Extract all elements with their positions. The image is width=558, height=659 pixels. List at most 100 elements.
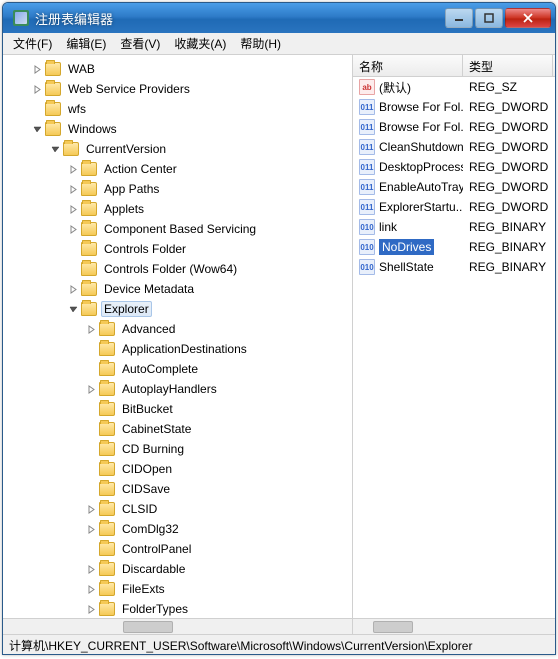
- tree-item[interactable]: AutoplayHandlers: [3, 379, 352, 399]
- folder-icon: [81, 242, 97, 256]
- collapse-icon[interactable]: [31, 123, 43, 135]
- value-type-cell: REG_DWORD: [463, 140, 553, 154]
- expand-icon[interactable]: [67, 203, 79, 215]
- tree-item[interactable]: Controls Folder (Wow64): [3, 259, 352, 279]
- value-row[interactable]: 010linkREG_BINARY: [353, 217, 555, 237]
- tree-item[interactable]: BitBucket: [3, 399, 352, 419]
- maximize-button[interactable]: [475, 8, 503, 28]
- expand-icon[interactable]: [85, 323, 97, 335]
- folder-icon: [99, 482, 115, 496]
- expander-placeholder: [85, 363, 97, 375]
- folder-icon: [45, 82, 61, 96]
- expander-placeholder: [85, 543, 97, 555]
- value-row[interactable]: 011Browse For Fol...REG_DWORD: [353, 117, 555, 137]
- tree-item-label: CIDSave: [119, 481, 173, 497]
- value-row[interactable]: 011ExplorerStartu...REG_DWORD: [353, 197, 555, 217]
- value-row[interactable]: 011Browse For Fol...REG_DWORD: [353, 97, 555, 117]
- tree-item[interactable]: CurrentVersion: [3, 139, 352, 159]
- expand-icon[interactable]: [31, 63, 43, 75]
- folder-icon: [81, 282, 97, 296]
- value-row[interactable]: 010ShellStateREG_BINARY: [353, 257, 555, 277]
- menu-help[interactable]: 帮助(H): [234, 33, 287, 54]
- tree-item[interactable]: Controls Folder: [3, 239, 352, 259]
- tree-item[interactable]: Web Service Providers: [3, 79, 352, 99]
- tree-item[interactable]: Component Based Servicing: [3, 219, 352, 239]
- folder-icon: [99, 402, 115, 416]
- tree-item[interactable]: Applets: [3, 199, 352, 219]
- value-row[interactable]: 010NoDrivesREG_BINARY: [353, 237, 555, 257]
- tree-item-label: App Paths: [101, 181, 162, 197]
- expand-icon[interactable]: [67, 223, 79, 235]
- scrollbar-thumb[interactable]: [373, 621, 413, 633]
- folder-icon: [99, 342, 115, 356]
- tree-item-label: CurrentVersion: [83, 141, 169, 157]
- tree-item[interactable]: Explorer: [3, 299, 352, 319]
- value-type-cell: REG_BINARY: [463, 260, 553, 274]
- tree-item[interactable]: ComDlg32: [3, 519, 352, 539]
- value-row[interactable]: 011EnableAutoTrayREG_DWORD: [353, 177, 555, 197]
- menu-view[interactable]: 查看(V): [114, 33, 166, 54]
- tree-item-label: Component Based Servicing: [101, 221, 259, 237]
- scrollbar-thumb[interactable]: [123, 621, 173, 633]
- window-title: 注册表编辑器: [35, 9, 445, 28]
- menu-favorites[interactable]: 收藏夹(A): [168, 33, 232, 54]
- expand-icon[interactable]: [67, 163, 79, 175]
- folder-icon: [81, 202, 97, 216]
- folder-icon: [81, 222, 97, 236]
- value-type-cell: REG_DWORD: [463, 100, 553, 114]
- tree-item[interactable]: CabinetState: [3, 419, 352, 439]
- tree-item[interactable]: FolderTypes: [3, 599, 352, 618]
- tree-horizontal-scrollbar[interactable]: [3, 618, 352, 634]
- expand-icon[interactable]: [85, 523, 97, 535]
- values-list[interactable]: ab(默认)REG_SZ011Browse For Fol...REG_DWOR…: [353, 77, 555, 618]
- tree-item[interactable]: ControlPanel: [3, 539, 352, 559]
- values-horizontal-scrollbar[interactable]: [353, 618, 555, 634]
- tree-scroll[interactable]: WABWeb Service ProviderswfsWindows Curren…: [3, 55, 352, 618]
- tree-item[interactable]: CD Burning: [3, 439, 352, 459]
- menu-edit[interactable]: 编辑(E): [60, 33, 112, 54]
- titlebar[interactable]: 注册表编辑器: [3, 3, 555, 33]
- tree-item[interactable]: wfs: [3, 99, 352, 119]
- registry-tree[interactable]: WABWeb Service ProviderswfsWindows Curren…: [3, 55, 352, 618]
- tree-item[interactable]: App Paths: [3, 179, 352, 199]
- expand-icon[interactable]: [31, 83, 43, 95]
- expand-icon[interactable]: [85, 383, 97, 395]
- folder-icon: [99, 522, 115, 536]
- folder-icon: [99, 582, 115, 596]
- close-button[interactable]: [505, 8, 551, 28]
- expand-icon[interactable]: [67, 183, 79, 195]
- expand-icon[interactable]: [85, 563, 97, 575]
- expander-placeholder: [67, 243, 79, 255]
- tree-item[interactable]: CIDOpen: [3, 459, 352, 479]
- value-row[interactable]: ab(默认)REG_SZ: [353, 77, 555, 97]
- tree-item[interactable]: Action Center: [3, 159, 352, 179]
- expand-icon[interactable]: [85, 503, 97, 515]
- values-pane: 名称 类型 ab(默认)REG_SZ011Browse For Fol...RE…: [353, 55, 555, 634]
- value-row[interactable]: 011CleanShutdownREG_DWORD: [353, 137, 555, 157]
- tree-item-label: CLSID: [119, 501, 160, 517]
- tree-item[interactable]: CLSID: [3, 499, 352, 519]
- column-header-name[interactable]: 名称: [353, 55, 463, 76]
- menu-file[interactable]: 文件(F): [7, 33, 58, 54]
- tree-item[interactable]: AutoComplete: [3, 359, 352, 379]
- tree-item[interactable]: Advanced: [3, 319, 352, 339]
- dword-value-icon: 011: [359, 139, 375, 155]
- tree-item[interactable]: Device Metadata: [3, 279, 352, 299]
- tree-item-label: Device Metadata: [101, 281, 197, 297]
- collapse-icon[interactable]: [67, 303, 79, 315]
- expand-icon[interactable]: [67, 283, 79, 295]
- column-header-type[interactable]: 类型: [463, 55, 553, 76]
- tree-item[interactable]: CIDSave: [3, 479, 352, 499]
- expand-icon[interactable]: [85, 583, 97, 595]
- tree-item[interactable]: ApplicationDestinations: [3, 339, 352, 359]
- tree-item[interactable]: WAB: [3, 59, 352, 79]
- tree-item[interactable]: FileExts: [3, 579, 352, 599]
- expander-placeholder: [85, 483, 97, 495]
- tree-item[interactable]: Discardable: [3, 559, 352, 579]
- collapse-icon[interactable]: [49, 143, 61, 155]
- minimize-button[interactable]: [445, 8, 473, 28]
- value-name-cell: 011DesktopProcess: [353, 159, 463, 175]
- tree-item[interactable]: Windows: [3, 119, 352, 139]
- expand-icon[interactable]: [85, 603, 97, 615]
- value-row[interactable]: 011DesktopProcessREG_DWORD: [353, 157, 555, 177]
